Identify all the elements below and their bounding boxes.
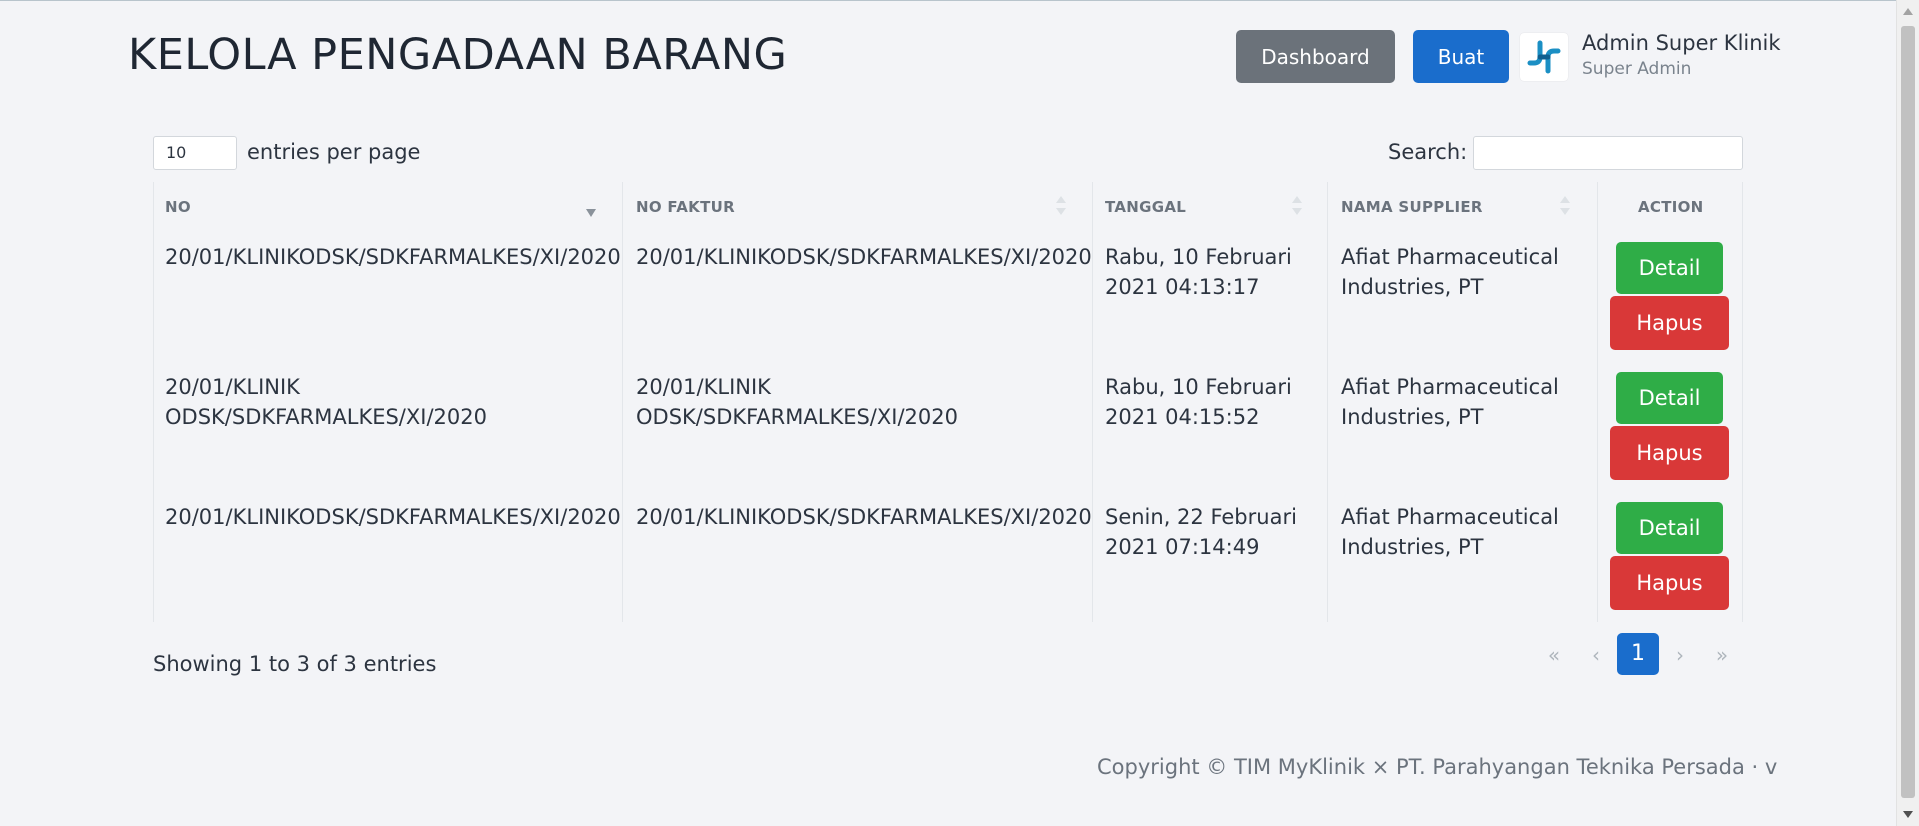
search-label: Search: — [1388, 140, 1468, 164]
search-input[interactable] — [1473, 136, 1743, 170]
scroll-down-icon[interactable] — [1903, 811, 1913, 818]
user-name[interactable]: Admin Super Klinik — [1582, 31, 1781, 55]
column-header-no[interactable]: NO — [165, 198, 191, 216]
sort-arrows-icon[interactable] — [1292, 196, 1302, 218]
sort-desc-icon[interactable] — [586, 209, 596, 217]
pagination-first[interactable]: « — [1542, 640, 1566, 670]
sort-arrows-icon[interactable] — [1560, 196, 1570, 218]
scrollbar[interactable] — [1896, 0, 1919, 826]
avatar[interactable] — [1520, 33, 1568, 81]
detail-button[interactable]: Detail — [1616, 502, 1723, 554]
hapus-button[interactable]: Hapus — [1610, 426, 1729, 480]
page-title: KELOLA PENGADAAN BARANG — [128, 30, 788, 80]
data-table: NO NO FAKTUR TANGGAL NAMA SUPPLIER ACTIO… — [153, 182, 1743, 622]
entries-per-page-label: entries per page — [247, 140, 421, 164]
cell-no-faktur: 20/01/KLINIK ODSK/SDKFARMALKES/XI/2020 — [636, 375, 958, 429]
pagination-page-1[interactable]: 1 — [1617, 633, 1659, 675]
pagination-last[interactable]: » — [1710, 640, 1734, 670]
top-border — [0, 0, 1919, 1]
column-header-action: ACTION — [1638, 198, 1704, 216]
pagination-next[interactable]: › — [1668, 640, 1692, 670]
user-role: Super Admin — [1582, 59, 1692, 79]
table-info: Showing 1 to 3 of 3 entries — [153, 652, 437, 676]
cell-nama-supplier: Afiat Pharmaceutical Industries, PT — [1341, 375, 1559, 429]
column-divider — [1327, 182, 1328, 622]
column-divider — [153, 182, 154, 622]
column-header-tanggal[interactable]: TANGGAL — [1105, 198, 1186, 216]
detail-button[interactable]: Detail — [1616, 242, 1723, 294]
cell-tanggal: Rabu, 10 Februari 2021 04:13:17 — [1105, 245, 1292, 299]
cell-tanggal: Senin, 22 Februari 2021 07:14:49 — [1105, 505, 1297, 559]
cell-no-faktur: 20/01/KLINIKODSK/SDKFARMALKES/XI/2020 — [636, 245, 1092, 269]
column-divider — [1742, 182, 1743, 622]
buat-button[interactable]: Buat — [1413, 30, 1509, 83]
cell-nama-supplier: Afiat Pharmaceutical Industries, PT — [1341, 505, 1559, 559]
myklinik-logo-icon — [1527, 40, 1561, 74]
scrollbar-thumb[interactable] — [1901, 26, 1915, 798]
dashboard-button[interactable]: Dashboard — [1236, 30, 1395, 83]
column-divider — [1092, 182, 1093, 622]
sort-arrows-icon[interactable] — [1056, 196, 1066, 218]
copyright-text: Copyright © TIM MyKlinik × PT. Parahyang… — [1097, 755, 1778, 779]
scroll-up-icon[interactable] — [1903, 8, 1913, 15]
cell-no: 20/01/KLINIKODSK/SDKFARMALKES/XI/2020 — [165, 505, 621, 529]
pagination-prev[interactable]: ‹ — [1584, 640, 1608, 670]
cell-no-faktur: 20/01/KLINIKODSK/SDKFARMALKES/XI/2020 — [636, 505, 1092, 529]
cell-tanggal: Rabu, 10 Februari 2021 04:15:52 — [1105, 375, 1292, 429]
cell-nama-supplier: Afiat Pharmaceutical Industries, PT — [1341, 245, 1559, 299]
entries-per-page-select[interactable]: 10 — [153, 136, 237, 170]
column-header-nama-supplier[interactable]: NAMA SUPPLIER — [1341, 198, 1483, 216]
cell-no: 20/01/KLINIK ODSK/SDKFARMALKES/XI/2020 — [165, 375, 487, 429]
detail-button[interactable]: Detail — [1616, 372, 1723, 424]
hapus-button[interactable]: Hapus — [1610, 296, 1729, 350]
column-divider — [1597, 182, 1598, 622]
column-header-no-faktur[interactable]: NO FAKTUR — [636, 198, 735, 216]
cell-no: 20/01/KLINIKODSK/SDKFARMALKES/XI/2020 — [165, 245, 621, 269]
hapus-button[interactable]: Hapus — [1610, 556, 1729, 610]
column-divider — [622, 182, 623, 622]
